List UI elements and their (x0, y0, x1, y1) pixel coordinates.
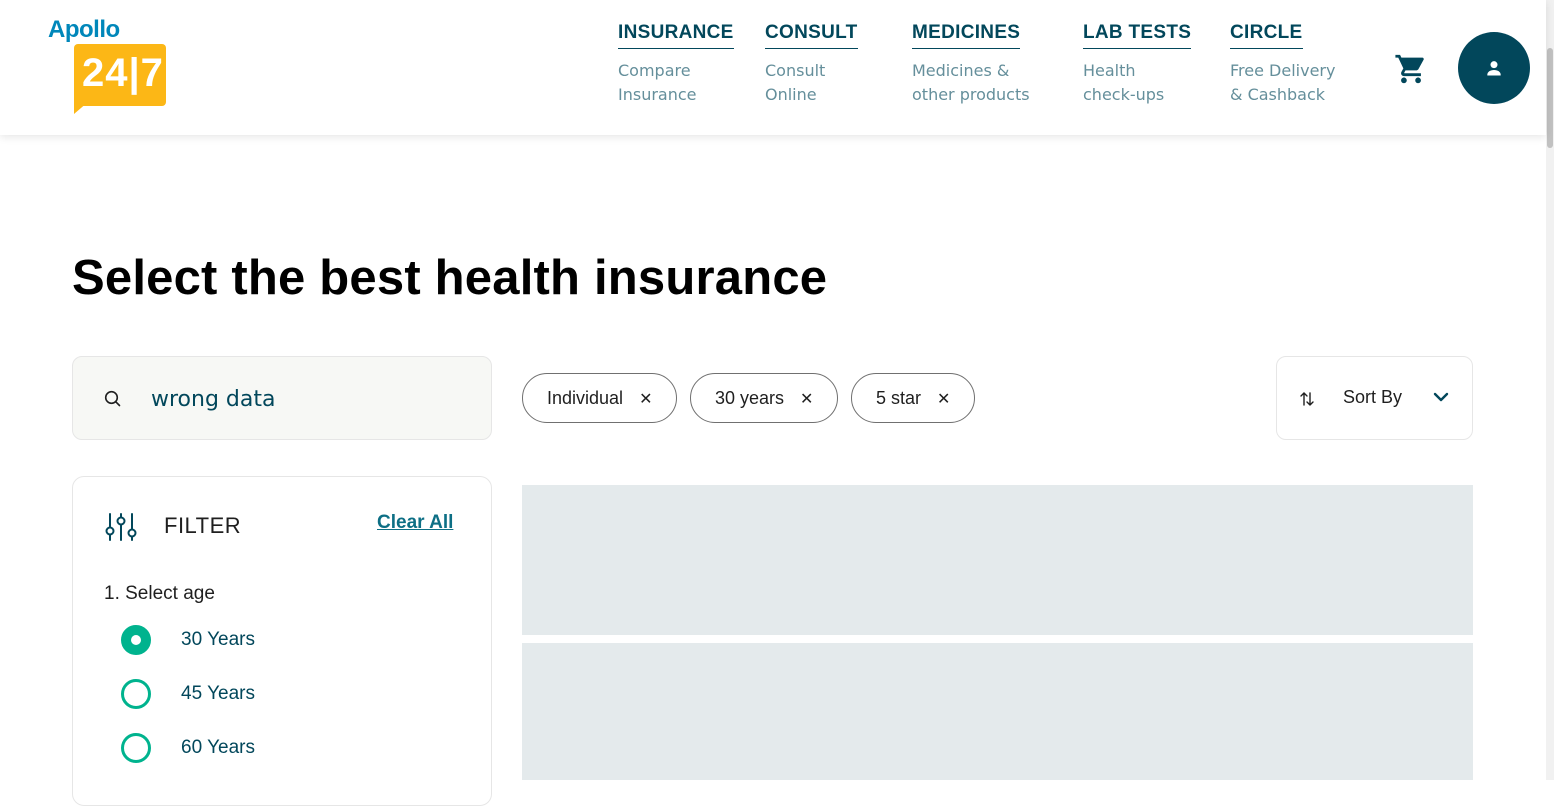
filter-chip-individual[interactable]: Individual ✕ (522, 373, 678, 423)
user-icon (1487, 61, 1501, 76)
sliders-icon (105, 513, 137, 541)
result-card-skeleton (522, 643, 1473, 780)
sort-dropdown[interactable]: Sort By (1276, 356, 1473, 440)
chip-label: 5 star (876, 387, 922, 408)
profile-button[interactable] (1458, 32, 1530, 104)
filter-chip-30-years[interactable]: 30 years ✕ (690, 373, 839, 423)
page-title: Select the best health insurance (72, 251, 828, 305)
nav-insurance-title[interactable]: INSURANCE (618, 22, 734, 49)
radio-button-checked[interactable] (121, 625, 151, 655)
radio-button[interactable] (121, 733, 151, 763)
close-icon[interactable]: ✕ (937, 392, 950, 408)
age-option-60[interactable]: 60 Years (121, 733, 255, 763)
nav-consult[interactable]: CONSULT Consult Online (765, 22, 858, 107)
nav-medicines-subtitle: Medicines & other products (912, 61, 1030, 104)
sort-arrows-icon (1300, 392, 1314, 406)
search-icon (104, 390, 121, 407)
chip-label: 30 years (715, 387, 785, 408)
close-icon[interactable]: ✕ (800, 392, 813, 408)
chip-label: Individual (547, 387, 624, 408)
result-card-skeleton (522, 485, 1473, 635)
top-header: Apollo 24|7 INSURANCE Compare Insurance … (0, 0, 1546, 135)
apollo-logo[interactable]: Apollo 24|7 (48, 16, 170, 116)
page-scrollbar[interactable] (1546, 0, 1554, 780)
nav-medicines-title[interactable]: MEDICINES (912, 22, 1021, 49)
filter-panel: FILTER Clear All 1. Select age 30 Years … (72, 476, 492, 806)
radio-label: 30 Years (181, 629, 255, 650)
radio-label: 60 Years (181, 737, 255, 758)
nav-lab-tests-subtitle: Health check-ups (1083, 61, 1165, 104)
radio-label: 45 Years (181, 683, 255, 704)
nav-insurance-subtitle: Compare Insurance (618, 61, 697, 104)
nav-insurance[interactable]: INSURANCE Compare Insurance (618, 22, 734, 107)
nav-medicines[interactable]: MEDICINES Medicines & other products (912, 22, 1042, 107)
search-box[interactable] (72, 356, 492, 440)
filter-chip-5-star[interactable]: 5 star ✕ (851, 373, 976, 423)
chevron-down-icon (1433, 392, 1449, 402)
nav-circle[interactable]: CIRCLE Free Delivery & Cashback (1230, 22, 1350, 107)
logo-number: 24|7 (82, 51, 164, 95)
nav-circle-title[interactable]: CIRCLE (1230, 22, 1303, 49)
nav-lab-tests-title[interactable]: LAB TESTS (1083, 22, 1192, 49)
age-option-45[interactable]: 45 Years (121, 679, 255, 709)
radio-button[interactable] (121, 679, 151, 709)
nav-lab-tests[interactable]: LAB TESTS Health check-ups (1083, 22, 1192, 107)
nav-consult-subtitle: Consult Online (765, 61, 826, 104)
cart-icon[interactable] (1394, 52, 1428, 86)
clear-all-link[interactable]: Clear All (377, 512, 453, 534)
age-option-30[interactable]: 30 Years (121, 625, 255, 655)
logo-badge-tail (74, 102, 88, 114)
age-section-label: 1. Select age (104, 583, 215, 604)
nav-circle-subtitle: Free Delivery & Cashback (1230, 61, 1336, 104)
filter-title: FILTER (164, 513, 242, 538)
scrollbar-thumb[interactable] (1547, 48, 1553, 148)
sort-label: Sort By (1343, 387, 1403, 407)
nav-consult-title[interactable]: CONSULT (765, 22, 858, 49)
search-input[interactable] (151, 383, 471, 415)
logo-wordmark: Apollo (48, 16, 120, 43)
close-icon[interactable]: ✕ (639, 392, 652, 408)
